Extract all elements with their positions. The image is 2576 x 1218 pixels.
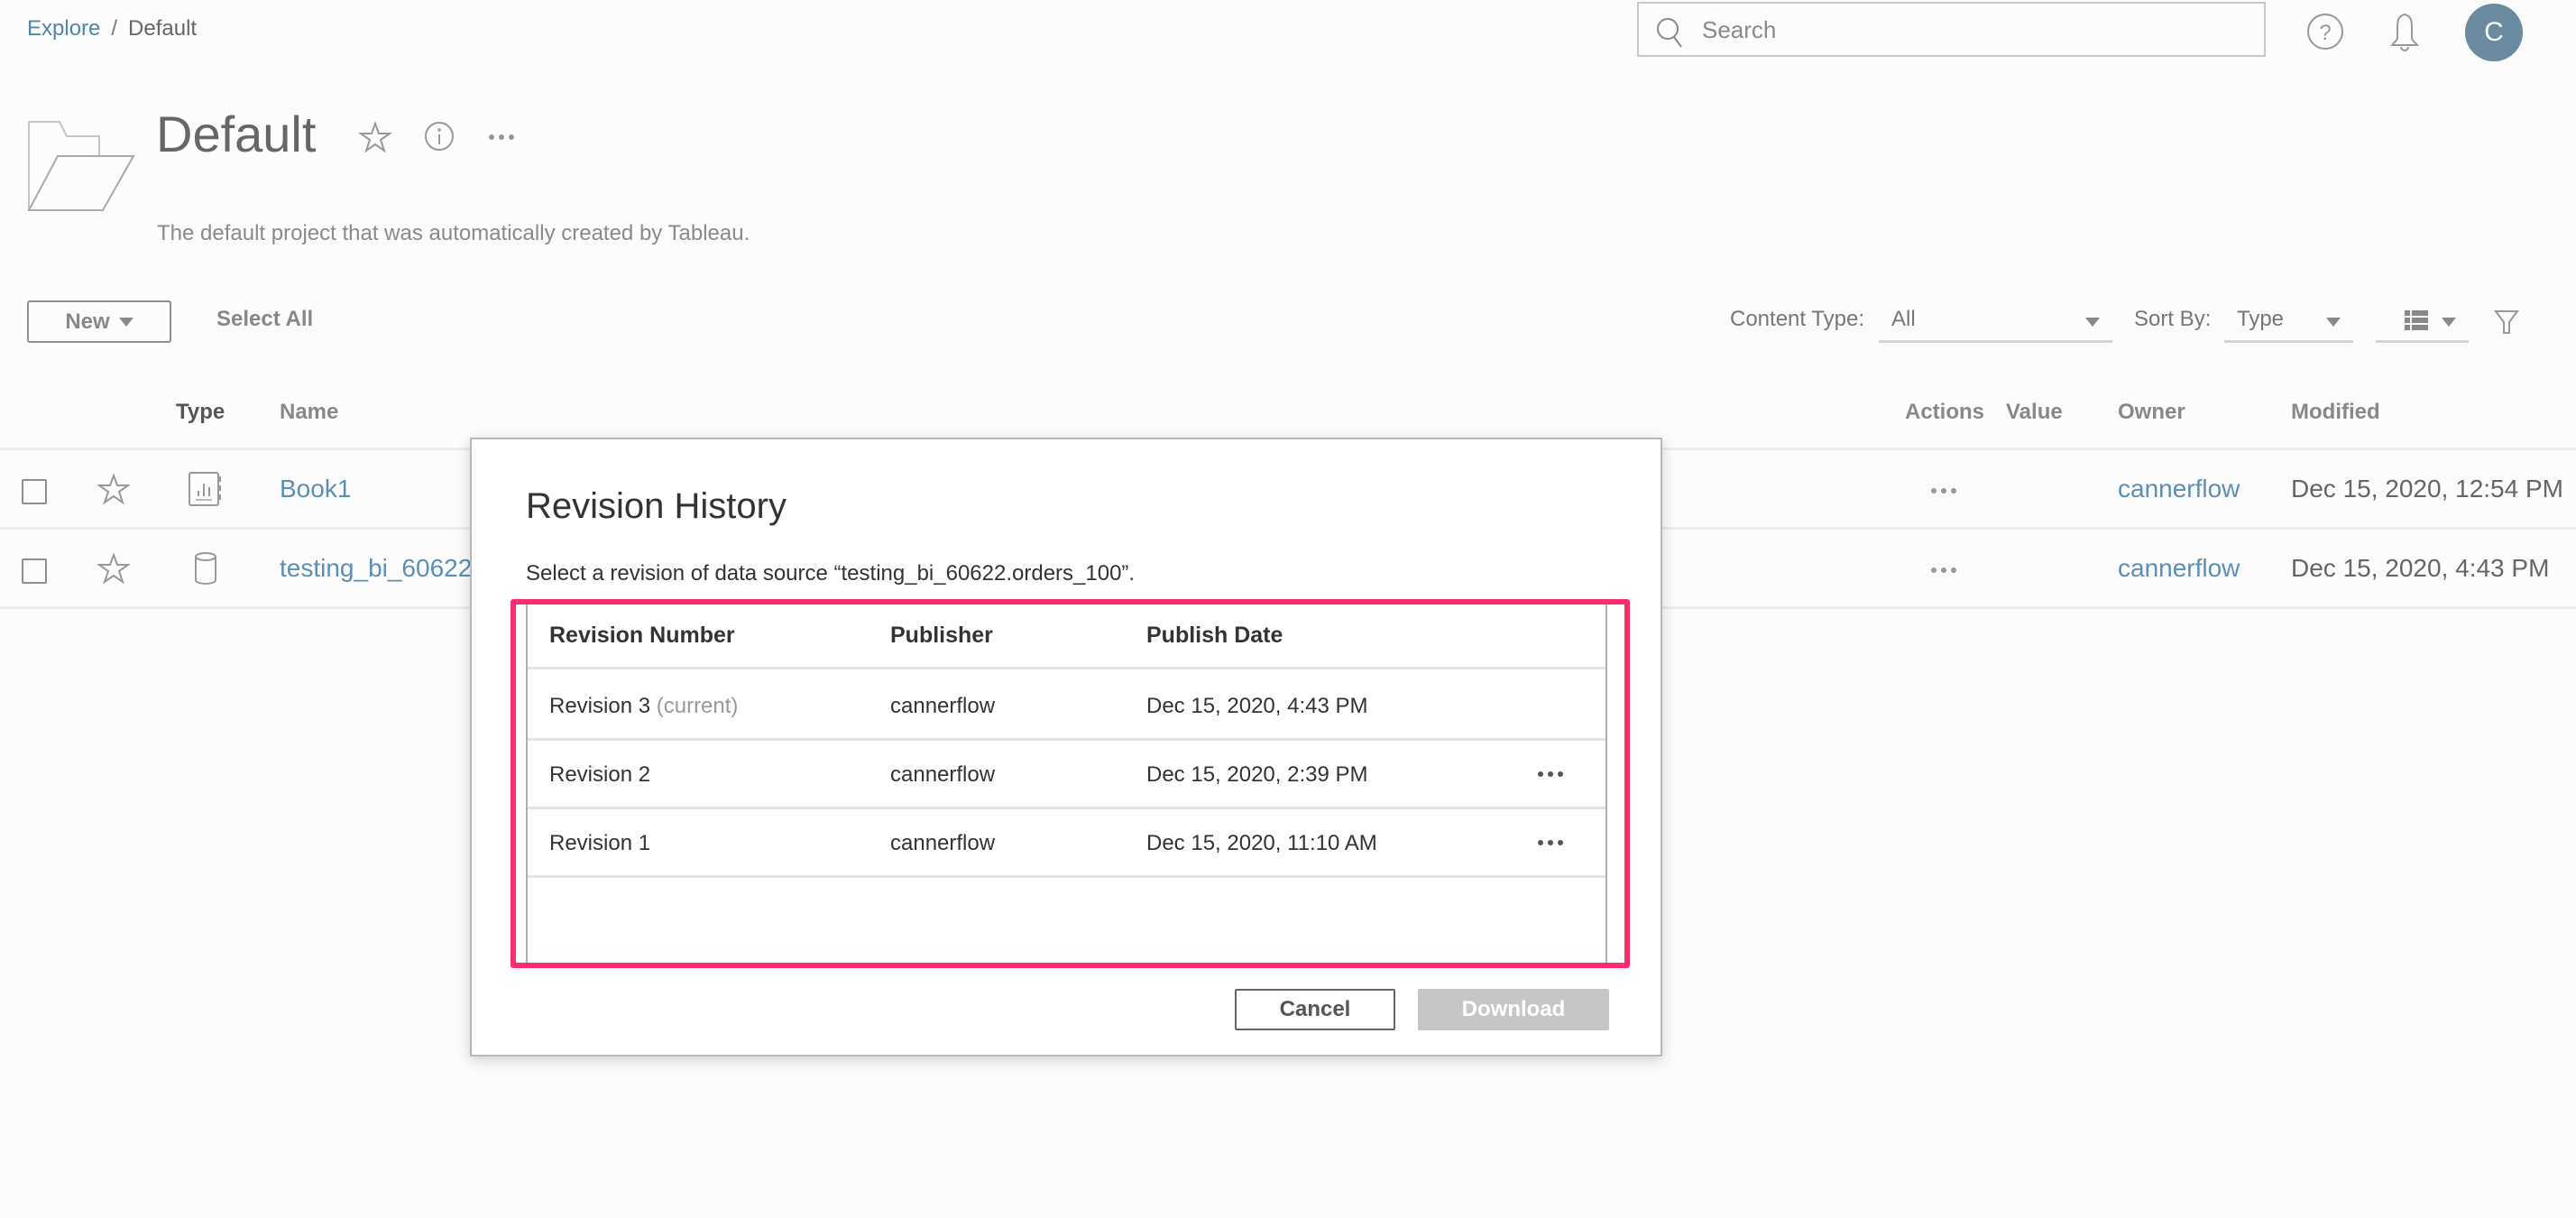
view-mode-select[interactable] — [2376, 300, 2469, 343]
user-avatar[interactable]: C — [2465, 4, 2523, 61]
dialog-title: Revision History — [526, 486, 787, 526]
page-title: Default — [156, 106, 317, 162]
highlight-annotation-box — [511, 599, 1630, 968]
list-view-icon — [2405, 310, 2428, 330]
search-box[interactable] — [1637, 2, 2266, 57]
chevron-down-icon — [118, 317, 133, 327]
info-icon[interactable] — [424, 121, 455, 152]
breadcrumb-separator: / — [111, 16, 118, 41]
breadcrumb-explore-link[interactable]: Explore — [27, 16, 100, 41]
favorite-star-icon[interactable] — [97, 552, 130, 585]
chevron-down-icon — [2442, 318, 2456, 327]
modified-date: Dec 15, 2020, 12:54 PM — [2291, 475, 2563, 503]
search-icon — [1657, 18, 1682, 48]
svg-text:?: ? — [2319, 21, 2331, 45]
owner-link[interactable]: cannerflow — [2118, 475, 2240, 503]
column-header-value[interactable]: Value — [2006, 400, 2063, 425]
project-description: The default project that was automatical… — [157, 221, 750, 245]
new-button-label: New — [65, 309, 110, 334]
filter-icon[interactable] — [2494, 309, 2519, 336]
folder-icon — [27, 121, 135, 211]
row-actions-icon[interactable] — [1930, 567, 1957, 574]
help-icon[interactable]: ? — [2305, 12, 2345, 51]
download-button[interactable]: Download — [1418, 989, 1609, 1030]
content-type-value: All — [1891, 307, 1916, 331]
search-input[interactable] — [1702, 11, 2243, 49]
favorite-star-icon[interactable] — [359, 121, 391, 153]
notifications-bell-icon[interactable] — [2385, 11, 2424, 54]
sort-by-select[interactable]: Type — [2224, 300, 2353, 343]
column-header-owner[interactable]: Owner — [2118, 400, 2185, 425]
content-type-select[interactable]: All — [1879, 300, 2112, 343]
workbook-icon — [189, 472, 221, 506]
revision-history-dialog: Revision History Select a revision of da… — [470, 438, 1662, 1057]
dialog-subtitle: Select a revision of data source “testin… — [526, 561, 1136, 586]
column-header-actions: Actions — [1905, 400, 1985, 424]
breadcrumb-current: Default — [128, 16, 198, 41]
column-header-type[interactable]: Type — [176, 400, 225, 425]
cancel-button[interactable]: Cancel — [1235, 989, 1395, 1030]
content-type-label: Content Type: — [1730, 307, 1864, 331]
sort-by-value: Type — [2237, 307, 2285, 331]
more-actions-icon[interactable] — [487, 128, 516, 146]
chevron-down-icon — [2085, 318, 2100, 327]
chevron-down-icon — [2326, 318, 2341, 327]
sort-by-label: Sort By: — [2134, 307, 2212, 331]
row-checkbox[interactable] — [22, 479, 47, 504]
item-name-link[interactable]: Book1 — [280, 475, 351, 503]
select-all-button[interactable]: Select All — [216, 307, 313, 332]
datasource-icon — [195, 552, 216, 585]
breadcrumb: Explore / Default — [27, 16, 197, 42]
column-header-name[interactable]: Name — [280, 400, 338, 425]
row-checkbox[interactable] — [22, 558, 47, 584]
owner-link[interactable]: cannerflow — [2118, 554, 2240, 583]
modified-date: Dec 15, 2020, 4:43 PM — [2291, 554, 2550, 582]
row-actions-icon[interactable] — [1930, 487, 1957, 494]
favorite-star-icon[interactable] — [97, 473, 130, 505]
new-button[interactable]: New — [27, 300, 171, 343]
column-header-modified[interactable]: Modified — [2291, 400, 2380, 425]
